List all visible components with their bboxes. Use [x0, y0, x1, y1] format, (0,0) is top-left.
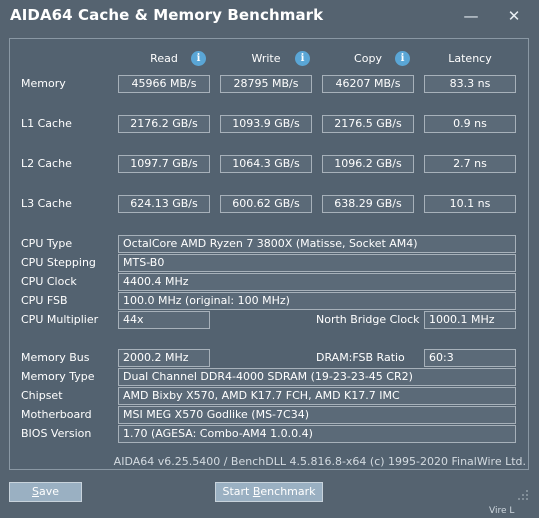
copy-info-icon[interactable]: i	[395, 51, 410, 66]
cpu-fsb-value: 100.0 MHz (original: 100 MHz)	[118, 292, 516, 310]
version-footer: AIDA64 v6.25.5400 / BenchDLL 4.5.816.8-x…	[113, 455, 526, 468]
window-title: AIDA64 Cache & Memory Benchmark	[10, 6, 324, 24]
save-button-accel: S	[31, 485, 39, 498]
l2-latency-value: 2.7 ns	[424, 155, 516, 173]
l1-write-value: 1093.9 GB/s	[220, 115, 312, 133]
cpu-type-label: CPU Type	[21, 237, 73, 250]
memory-latency-value: 83.3 ns	[424, 75, 516, 93]
l2-read-value: 1097.7 GB/s	[118, 155, 210, 173]
minimize-button[interactable]: —	[458, 5, 484, 27]
l2-copy-value: 1096.2 GB/s	[322, 155, 414, 173]
title-bar: AIDA64 Cache & Memory Benchmark — ✕	[0, 0, 539, 34]
memory-copy-value: 46207 MB/s	[322, 75, 414, 93]
l3-cache-row-label: L3 Cache	[21, 197, 72, 210]
memory-type-value: Dual Channel DDR4-4000 SDRAM (19-23-23-4…	[118, 368, 516, 386]
chipset-value: AMD Bixby X570, AMD K17.7 FCH, AMD K17.7…	[118, 387, 516, 405]
dram-fsb-ratio-label: DRAM:FSB Ratio	[316, 351, 405, 364]
cpu-multiplier-label: CPU Multiplier	[21, 313, 99, 326]
dram-fsb-ratio-value: 60:3	[424, 349, 516, 367]
l3-copy-value: 638.29 GB/s	[322, 195, 414, 213]
memory-type-label: Memory Type	[21, 370, 95, 383]
memory-row-label: Memory	[21, 77, 66, 90]
l3-read-value: 624.13 GB/s	[118, 195, 210, 213]
cpu-fsb-label: CPU FSB	[21, 294, 68, 307]
l3-write-value: 600.62 GB/s	[220, 195, 312, 213]
cpu-multiplier-value: 44x	[118, 311, 210, 329]
cpu-stepping-value: MTS-B0	[118, 254, 516, 272]
corner-text: Vire L	[489, 506, 515, 516]
motherboard-label: Motherboard	[21, 408, 92, 421]
write-info-icon[interactable]: i	[295, 51, 310, 66]
start-benchmark-label-prefix: Start	[222, 485, 253, 498]
l1-latency-value: 0.9 ns	[424, 115, 516, 133]
cpu-clock-label: CPU Clock	[21, 275, 77, 288]
memory-write-value: 28795 MB/s	[220, 75, 312, 93]
l2-cache-row-label: L2 Cache	[21, 157, 72, 170]
start-benchmark-label-suffix: enchmark	[260, 485, 316, 498]
save-button-label: ave	[38, 485, 59, 498]
cpu-type-value: OctalCore AMD Ryzen 7 3800X (Matisse, So…	[118, 235, 516, 253]
start-benchmark-button[interactable]: Start Benchmark	[215, 482, 323, 502]
l1-copy-value: 2176.5 GB/s	[322, 115, 414, 133]
memory-bus-value: 2000.2 MHz	[118, 349, 210, 367]
l1-read-value: 2176.2 GB/s	[118, 115, 210, 133]
north-bridge-clock-label: North Bridge Clock	[316, 313, 420, 326]
l1-cache-row-label: L1 Cache	[21, 117, 72, 130]
close-button[interactable]: ✕	[501, 5, 527, 27]
resize-grip-icon[interactable]	[517, 489, 529, 501]
bios-version-value: 1.70 (AGESA: Combo-AM4 1.0.0.4)	[118, 425, 516, 443]
north-bridge-clock-value: 1000.1 MHz	[424, 311, 516, 329]
bios-version-label: BIOS Version	[21, 427, 92, 440]
motherboard-value: MSI MEG X570 Godlike (MS-7C34)	[118, 406, 516, 424]
memory-read-value: 45966 MB/s	[118, 75, 210, 93]
cpu-clock-value: 4400.4 MHz	[118, 273, 516, 291]
chipset-label: Chipset	[21, 389, 63, 402]
memory-bus-label: Memory Bus	[21, 351, 90, 364]
read-info-icon[interactable]: i	[191, 51, 206, 66]
latency-column-header: Latency	[448, 52, 492, 65]
l3-latency-value: 10.1 ns	[424, 195, 516, 213]
save-button[interactable]: Save	[9, 482, 82, 502]
l2-write-value: 1064.3 GB/s	[220, 155, 312, 173]
cpu-stepping-label: CPU Stepping	[21, 256, 96, 269]
